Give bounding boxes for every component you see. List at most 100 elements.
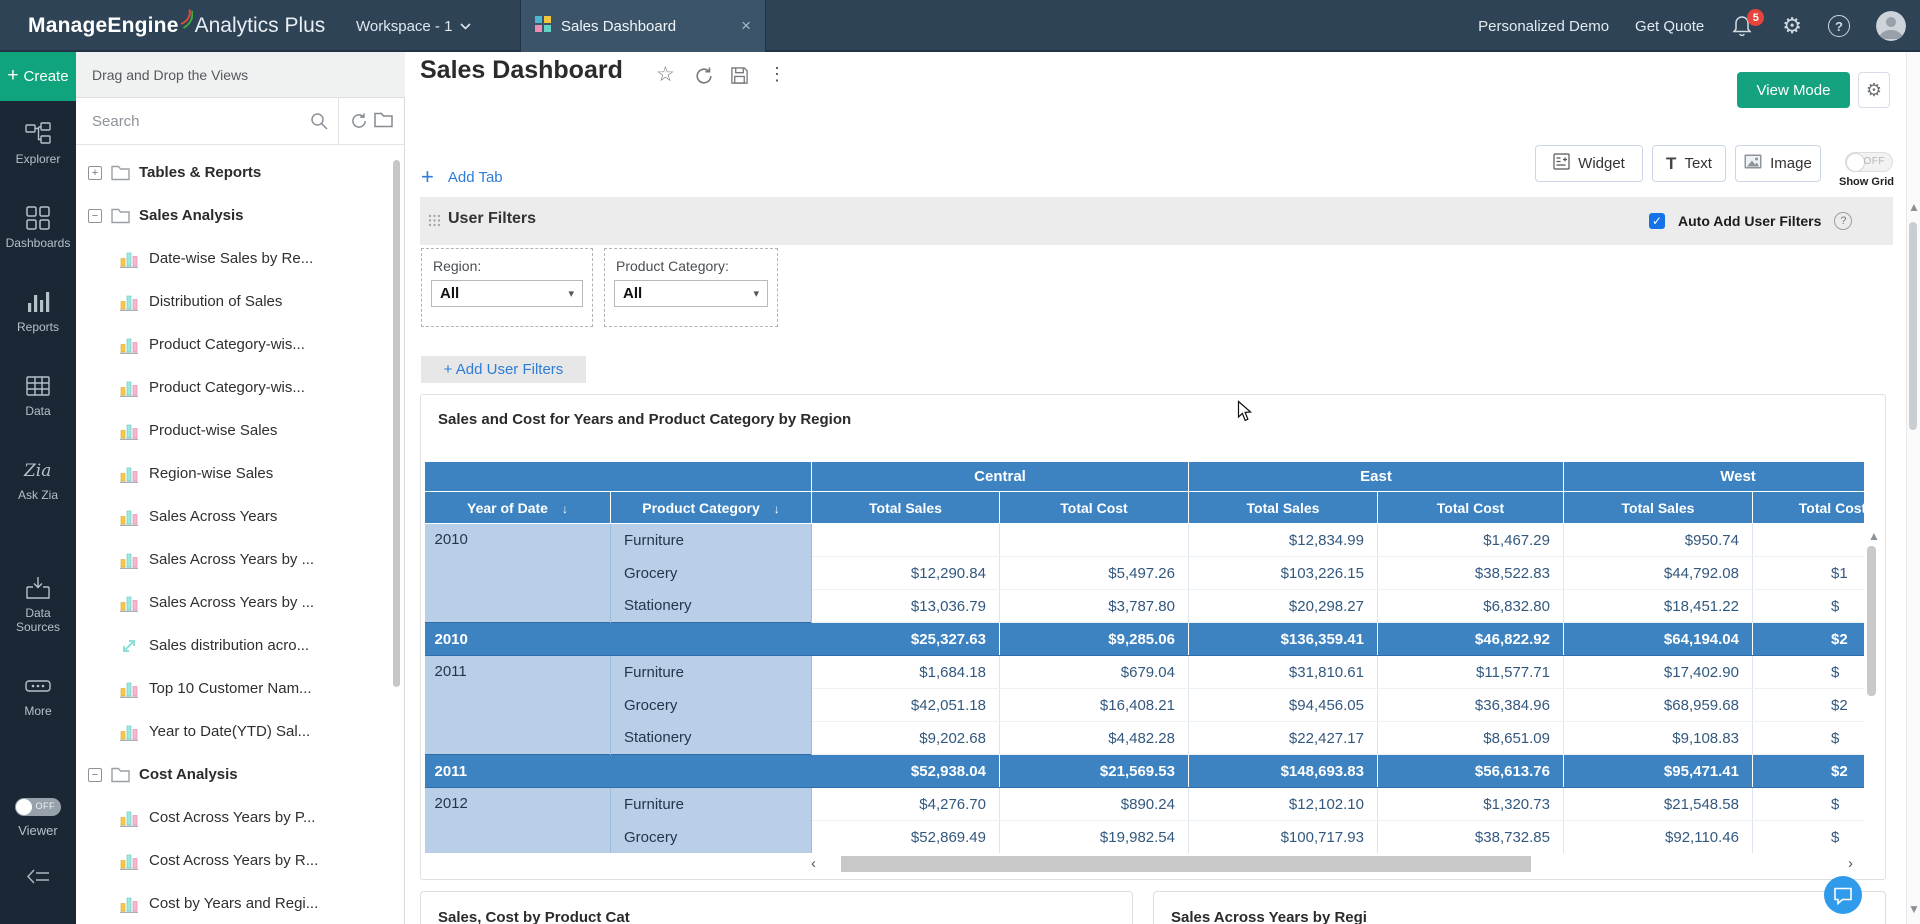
filters-help-icon[interactable]: ? (1834, 212, 1852, 230)
tree-view-cost-by-years-and-regi[interactable]: Cost by Years and Regi... (76, 882, 398, 924)
column-header-total-cost[interactable]: Total Cost (1000, 492, 1189, 524)
drag-handle-icon[interactable] (428, 214, 441, 232)
avatar[interactable] (1876, 11, 1906, 41)
create-button[interactable]: + Create (0, 52, 76, 101)
folder-icon (111, 208, 130, 224)
filter-region-select[interactable]: All ▾ (431, 280, 583, 307)
scroll-down-icon[interactable]: ▼ (1908, 902, 1920, 916)
tree-view-sales-across-years-by[interactable]: Sales Across Years by ... (76, 538, 398, 581)
collapse-sidebar-icon[interactable] (26, 868, 50, 890)
search-input[interactable] (92, 107, 288, 135)
table-cell: $9,285.06 (1000, 623, 1189, 656)
column-header-year-of-date[interactable]: Year of Date↓ (425, 492, 611, 524)
workspace-selector[interactable]: Workspace - 1 (356, 0, 471, 52)
table-cell: $950.74 (1564, 524, 1753, 557)
dashboard-settings-button[interactable]: ⚙ (1858, 72, 1890, 108)
tree-folder-cost-analysis[interactable]: −Cost Analysis (76, 753, 398, 796)
sidebar-item-ask-zia[interactable]: ZiaAsk Zia (0, 456, 76, 502)
sidebar-item-dashboards[interactable]: Dashboards (0, 204, 76, 250)
more-options-icon[interactable]: ⋮ (768, 64, 787, 85)
refresh-views-icon[interactable] (350, 112, 368, 135)
help-icon[interactable]: ? (1828, 15, 1850, 37)
text-icon: T (1666, 154, 1676, 174)
year-cell: 2011 (425, 656, 611, 755)
year-cell: 2012 (425, 788, 611, 854)
add-tab-button[interactable]: + Add Tab (421, 164, 503, 190)
add-user-filters-button[interactable]: + Add User Filters (421, 356, 586, 383)
tree-view-sales-across-years-by[interactable]: Sales Across Years by ... (76, 581, 398, 624)
sidebar-item-reports[interactable]: Reports (0, 288, 76, 334)
table-vertical-scrollbar[interactable] (1867, 546, 1876, 696)
tree-view-product-wise-sales[interactable]: Product-wise Sales (76, 409, 398, 452)
show-grid-toggle[interactable]: OFF (1845, 152, 1893, 172)
tree-view-top-10-customer-nam[interactable]: Top 10 Customer Nam... (76, 667, 398, 710)
table-cell (812, 524, 1000, 557)
tree-view-cost-across-years-by-p[interactable]: Cost Across Years by P... (76, 796, 398, 839)
image-button[interactable]: Image (1735, 145, 1821, 182)
personalized-demo-link[interactable]: Personalized Demo (1478, 18, 1609, 35)
expand-icon[interactable]: + (88, 166, 102, 180)
notifications-button[interactable]: 5 (1730, 13, 1756, 39)
table-scroll-up-icon[interactable]: ▲ (1868, 529, 1880, 543)
sort-descending-icon: ↓ (562, 502, 568, 516)
settings-gear-icon[interactable]: ⚙ (1782, 13, 1802, 39)
viewer-toggle-block: OFF Viewer (0, 798, 76, 838)
column-header-product-category[interactable]: Product Category↓ (611, 492, 812, 524)
scroll-up-icon[interactable]: ▲ (1908, 200, 1920, 214)
auto-add-checkbox[interactable]: ✓ (1649, 213, 1665, 229)
show-grid-state: OFF (1864, 156, 1886, 167)
folder-view-icon[interactable] (374, 112, 393, 133)
collapse-icon[interactable]: − (88, 768, 102, 782)
sidebar-item-data[interactable]: Data (0, 372, 76, 418)
tree-scrollbar[interactable] (393, 160, 400, 687)
table-cell: $52,869.49 (812, 821, 1000, 854)
table-cell: $21,548.58 (1564, 788, 1753, 821)
chat-support-button[interactable] (1824, 876, 1862, 919)
column-header-total-sales[interactable]: Total Sales (1564, 492, 1753, 524)
folder-icon (111, 767, 130, 783)
table-scroll-right-icon[interactable]: › (1848, 855, 1853, 872)
sidebar-item-data-sources[interactable]: Data Sources (0, 574, 76, 634)
viewer-toggle[interactable]: OFF (15, 798, 61, 816)
sidebar-item-more[interactable]: More (0, 672, 76, 718)
table-row: 2010Furniture$12,834.99$1,467.29$950.74 (425, 524, 1865, 557)
tree-folder-tables-reports[interactable]: +Tables & Reports (76, 151, 398, 194)
tree-folder-sales-analysis[interactable]: −Sales Analysis (76, 194, 398, 237)
widget-button[interactable]: Widget (1535, 145, 1643, 182)
table-cell: $56,613.76 (1378, 755, 1564, 788)
tree-view-sales-distribution-acro[interactable]: Sales distribution acro... (76, 624, 398, 667)
text-button[interactable]: T Text (1652, 145, 1726, 182)
sales-cost-table-widget: Sales and Cost for Years and Product Cat… (420, 394, 1886, 880)
refresh-dashboard-icon[interactable] (694, 66, 714, 91)
tree-view-cost-across-years-by-r[interactable]: Cost Across Years by R... (76, 839, 398, 882)
table-scroll-left-icon[interactable]: ‹ (811, 855, 816, 872)
view-mode-button[interactable]: View Mode (1737, 72, 1850, 108)
filter-product-category-select[interactable]: All ▾ (614, 280, 768, 307)
main-scrollbar-thumb[interactable] (1909, 222, 1917, 430)
tree-view-date-wise-sales-by-re[interactable]: Date-wise Sales by Re... (76, 237, 398, 280)
table-cell: $25,327.63 (812, 623, 1000, 656)
tree-view-region-wise-sales[interactable]: Region-wise Sales (76, 452, 398, 495)
get-quote-link[interactable]: Get Quote (1635, 18, 1704, 35)
topbar-actions: Personalized Demo Get Quote 5 ⚙ ? (1478, 0, 1906, 52)
collapse-icon[interactable]: − (88, 209, 102, 223)
tree-view-product-category-wis[interactable]: Product Category-wis... (76, 323, 398, 366)
favorite-star-icon[interactable]: ☆ (656, 62, 675, 87)
tab-sales-dashboard[interactable]: Sales Dashboard × (520, 0, 766, 52)
data-sources-icon (25, 574, 51, 601)
column-header-total-cost[interactable]: Total Cost (1378, 492, 1564, 524)
column-header-total-sales[interactable]: Total Sales (812, 492, 1000, 524)
tree-view-distribution-of-sales[interactable]: Distribution of Sales (76, 280, 398, 323)
tree-view-year-to-date-ytd-sal[interactable]: Year to Date(YTD) Sal... (76, 710, 398, 753)
column-header-total-sales[interactable]: Total Sales (1189, 492, 1378, 524)
tab-close-icon[interactable]: × (741, 16, 751, 36)
sidebar-item-explorer[interactable]: Explorer (0, 120, 76, 166)
table-horizontal-scrollbar[interactable] (841, 856, 1531, 872)
table-cell: $46,822.92 (1378, 623, 1564, 656)
column-header-total-cost[interactable]: Total Cost (1753, 492, 1865, 524)
table-row: Grocery$52,869.49$19,982.54$100,717.93$3… (425, 821, 1865, 854)
tree-view-product-category-wis[interactable]: Product Category-wis... (76, 366, 398, 409)
save-icon[interactable] (730, 66, 749, 90)
tree-view-sales-across-years[interactable]: Sales Across Years (76, 495, 398, 538)
main-scrollbar-track (1906, 52, 1920, 924)
